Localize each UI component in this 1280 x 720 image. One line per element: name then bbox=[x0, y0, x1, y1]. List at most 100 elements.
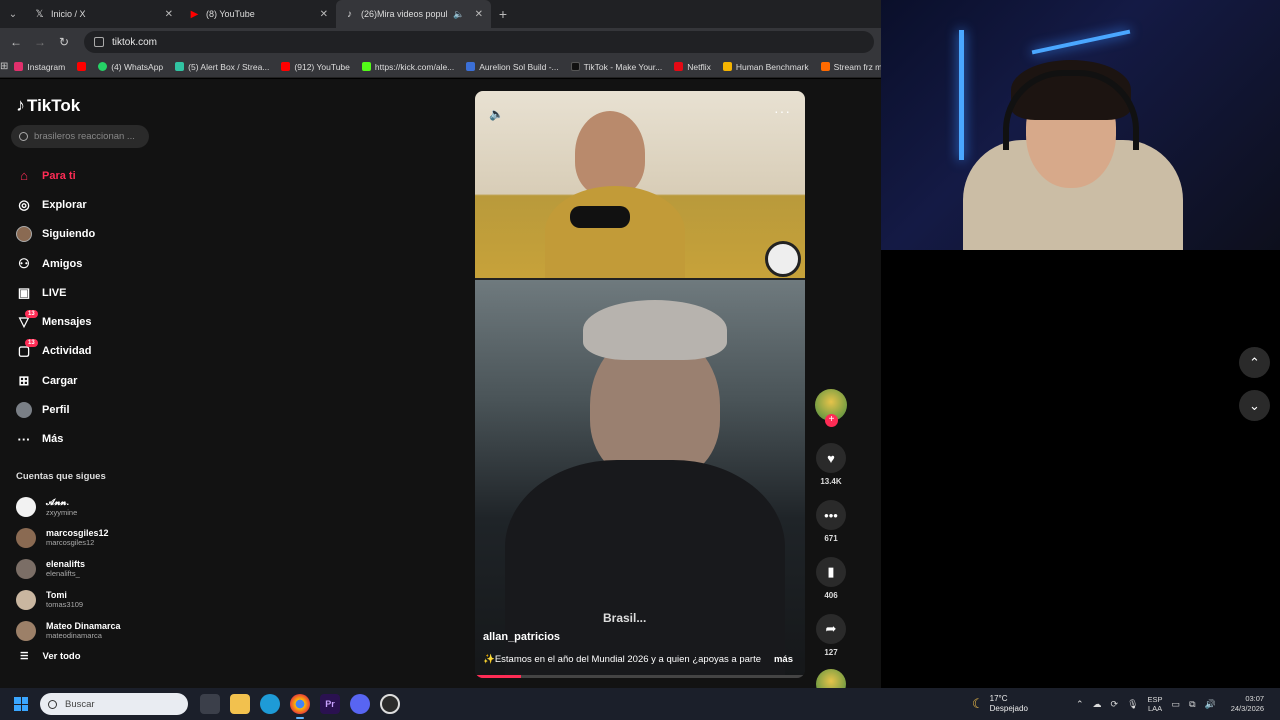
tab-youtube[interactable]: ▶ (8) YouTube ✕ bbox=[181, 0, 336, 28]
heart-icon[interactable]: ♥ bbox=[816, 443, 846, 473]
sidebar-item-amigos[interactable]: ⚇ Amigos bbox=[16, 249, 156, 278]
search-input[interactable]: brasileros reaccionan ... bbox=[11, 125, 149, 148]
display-icon[interactable]: ▭ bbox=[1172, 699, 1181, 710]
right-panel: ⌃ ⌄ bbox=[881, 250, 1280, 688]
following-account[interactable]: Tomi tomas3109 bbox=[16, 584, 156, 615]
streamer-figure bbox=[575, 111, 645, 196]
see-all-label: Ver todo bbox=[42, 651, 81, 662]
bookmark-item[interactable]: Aurelion Sol Build -... bbox=[460, 62, 564, 72]
close-icon[interactable]: ✕ bbox=[475, 9, 483, 20]
sidebar-item-cargar[interactable]: ⊞ Cargar bbox=[16, 366, 156, 395]
weather-description: Despejado bbox=[989, 704, 1028, 713]
following-account[interactable]: 𝓐𝓷𝓷. zxyymine bbox=[16, 491, 156, 522]
bookmark-item[interactable]: (912) YouTube bbox=[275, 62, 355, 72]
save-action[interactable]: ▮ 406 bbox=[812, 557, 850, 600]
back-arrow-icon[interactable]: ← bbox=[4, 35, 28, 49]
sidebar-item-explorar[interactable]: ◎ Explorar bbox=[16, 190, 156, 219]
caption-more-button[interactable]: más bbox=[774, 654, 793, 665]
network-icon[interactable]: ⧉ bbox=[1189, 699, 1195, 710]
following-account[interactable]: elenalifts elenalifts_ bbox=[16, 553, 156, 584]
sidebar-item-actividad[interactable]: ▢ 13 Actividad bbox=[16, 337, 156, 366]
obs-icon[interactable] bbox=[380, 694, 400, 714]
onedrive-icon[interactable]: ☁ bbox=[1093, 699, 1102, 710]
reload-icon[interactable]: ↻ bbox=[52, 35, 76, 49]
previous-video-button[interactable]: ⌃ bbox=[1239, 347, 1270, 378]
share-arrow-icon[interactable]: ➦ bbox=[816, 614, 846, 644]
follow-plus-icon[interactable]: + bbox=[825, 414, 838, 427]
following-account[interactable]: Mateo Dinamarca mateodinamarca bbox=[16, 615, 156, 646]
like-action[interactable]: ♥ 13.4K bbox=[812, 443, 850, 486]
microphone-icon[interactable]: 🎙 bbox=[1127, 699, 1138, 710]
language-indicator[interactable]: ESP LAA bbox=[1148, 695, 1163, 713]
bookmark-item[interactable]: Stream frz m bbox=[815, 62, 881, 72]
premiere-icon[interactable]: Pr bbox=[320, 694, 340, 714]
close-icon[interactable]: ✕ bbox=[165, 9, 173, 20]
sidebar-item-live[interactable]: ▣ LIVE bbox=[16, 278, 156, 307]
discord-icon[interactable] bbox=[350, 694, 370, 714]
creator-avatar[interactable]: + bbox=[815, 389, 847, 427]
activity-icon: ▢ 13 bbox=[16, 339, 38, 359]
volume-icon[interactable]: 🔈 bbox=[489, 107, 504, 121]
video-caption: ✨Estamos en el año del Mundial 2026 y a … bbox=[483, 654, 762, 665]
tiktok-logo[interactable]: ♪ TikTok bbox=[16, 95, 80, 116]
following-account[interactable]: marcosgiles12 marcosgiles12 bbox=[16, 522, 156, 553]
see-all-button[interactable]: ☰ Ver todo bbox=[20, 651, 81, 662]
bookmark-item[interactable]: Instagram bbox=[8, 62, 71, 72]
close-icon[interactable]: ✕ bbox=[320, 9, 328, 20]
comment-icon[interactable]: ••• bbox=[816, 500, 846, 530]
video-player[interactable]: 🔈 ··· Brasil... allan_patricios ✨Estamos… bbox=[475, 91, 805, 678]
friends-icon: ⚇ bbox=[18, 255, 30, 271]
sidebar-item-para-ti[interactable]: ⌂ Para ti bbox=[16, 161, 156, 190]
sidebar-item-siguiendo[interactable]: Siguiendo bbox=[16, 220, 156, 249]
video-username[interactable]: allan_patricios bbox=[483, 631, 560, 643]
weather-widget[interactable]: ☾ 17°C Despejado bbox=[972, 688, 1028, 720]
tab-tiktok[interactable]: ♪ (26)Mira videos populares s 🔈 ✕ bbox=[336, 0, 491, 28]
new-tab-button[interactable]: + bbox=[491, 6, 515, 22]
sidebar-item-mensajes[interactable]: ▽ 13 Mensajes bbox=[16, 307, 156, 336]
chrome-icon[interactable] bbox=[290, 694, 310, 719]
bookmark-item[interactable]: Human Benchmark bbox=[717, 62, 815, 72]
whatsapp-icon bbox=[98, 62, 108, 71]
edge-icon[interactable] bbox=[260, 694, 280, 714]
sidebar-item-label: Cargar bbox=[42, 374, 78, 387]
clock[interactable]: 03:07 24/3/2026 bbox=[1231, 694, 1264, 714]
site-info-icon[interactable] bbox=[94, 37, 104, 47]
task-view-icon[interactable] bbox=[200, 694, 220, 714]
bookmark-item[interactable]: TikTok - Make Your... bbox=[565, 62, 669, 72]
bookmark-icon[interactable]: ▮ bbox=[816, 557, 846, 587]
video-progress-bar[interactable] bbox=[475, 675, 805, 678]
share-action[interactable]: ➦ 127 bbox=[812, 614, 850, 657]
youtube-icon bbox=[77, 62, 87, 71]
volume-icon[interactable]: 🔊 bbox=[1205, 699, 1216, 710]
human-benchmark-icon bbox=[722, 62, 732, 71]
sidebar-item-label: Mensajes bbox=[42, 316, 92, 329]
bookmark-item[interactable] bbox=[71, 62, 92, 71]
next-video-button[interactable]: ⌄ bbox=[1239, 390, 1270, 421]
tab-x[interactable]: 𝕏 Inicio / X ✕ bbox=[26, 0, 181, 28]
sidebar-item-perfil[interactable]: Perfil bbox=[16, 395, 156, 424]
bookmark-item[interactable]: (5) Alert Box / Strea... bbox=[169, 62, 275, 72]
windows-start-icon[interactable] bbox=[14, 697, 28, 711]
taskbar-search-input[interactable]: Buscar bbox=[40, 693, 188, 715]
sidebar-item-mas[interactable]: ··· Más bbox=[16, 425, 156, 454]
apps-grid-icon[interactable]: ⊞ bbox=[0, 61, 8, 72]
more-options-icon[interactable]: ··· bbox=[774, 103, 791, 119]
avatar bbox=[16, 620, 36, 641]
bookmark-item[interactable]: Netflix bbox=[668, 62, 717, 72]
avatar bbox=[16, 558, 36, 579]
notification-badge: 13 bbox=[25, 310, 38, 319]
speaker-icon[interactable]: 🔈 bbox=[453, 9, 464, 20]
url-input[interactable]: tiktok.com bbox=[84, 31, 874, 53]
file-explorer-icon[interactable] bbox=[230, 694, 250, 714]
sync-icon[interactable]: ⟳ bbox=[1111, 699, 1119, 710]
tab-search-chevron-icon[interactable]: ⌄ bbox=[0, 0, 26, 28]
chevron-up-icon[interactable]: ⌃ bbox=[1076, 699, 1084, 710]
account-handle: zxyymine bbox=[46, 507, 78, 517]
forward-arrow-icon[interactable]: → bbox=[28, 35, 52, 49]
tiktok-page: ♪ TikTok brasileros reaccionan ... ⌂ Par… bbox=[0, 79, 881, 699]
bookmark-item[interactable]: (4) WhatsApp bbox=[92, 62, 169, 72]
comment-action[interactable]: ••• 671 bbox=[812, 500, 850, 543]
bookmark-item[interactable]: https://kick.com/ale... bbox=[356, 62, 460, 72]
kick-icon bbox=[361, 62, 371, 71]
profile-icon bbox=[16, 402, 32, 419]
